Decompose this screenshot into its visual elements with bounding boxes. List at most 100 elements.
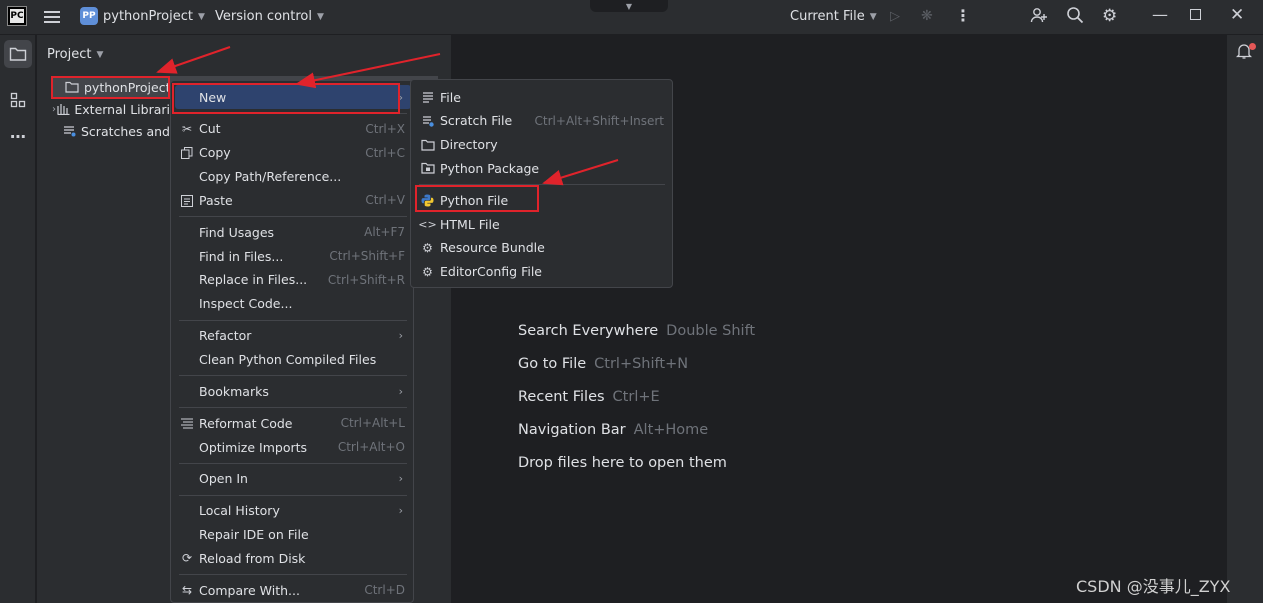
chevron-down-icon: ▼ xyxy=(96,49,104,60)
project-panel-title: Project xyxy=(47,47,92,62)
tree-item-external-libraries[interactable]: › External Librari xyxy=(52,98,170,120)
menu-item-inspect-code[interactable]: Inspect Code... xyxy=(175,292,411,316)
hint-action: Drop files here to open them xyxy=(518,455,727,471)
compare-icon: ⇆ xyxy=(181,583,193,598)
new-submenu: File Scratch File Ctrl+Alt+Shift+Insert Dir… xyxy=(410,79,673,288)
menu-item-label: Copy Path/Reference... xyxy=(199,169,342,185)
menu-item-cut[interactable]: ✂ Cut Ctrl+X xyxy=(175,117,411,141)
hint-go-to-file: Go to File Ctrl+Shift+N xyxy=(518,356,688,372)
menu-item-copy-path-reference[interactable]: Copy Path/Reference... xyxy=(175,165,411,189)
menu-item-optimize-imports[interactable]: Optimize Imports Ctrl+Alt+O xyxy=(175,435,411,459)
menu-item-label: Replace in Files... xyxy=(199,272,308,288)
project-badge[interactable]: PP xyxy=(80,7,98,25)
settings-icon: ⚙ xyxy=(422,240,433,255)
maximize-icon[interactable] xyxy=(1190,9,1201,20)
menu-item-label: Optimize Imports xyxy=(199,439,308,455)
hint-key: Double Shift xyxy=(666,323,756,339)
menu-item-label: Reload from Disk xyxy=(199,550,306,566)
new-item-python-package[interactable]: Python Package xyxy=(415,156,670,180)
menu-separator xyxy=(179,407,407,409)
run-icon[interactable]: ▷ xyxy=(890,9,900,24)
file-icon xyxy=(415,91,440,103)
menu-item-shortcut: Ctrl+Shift+F xyxy=(329,249,405,264)
menu-item-paste[interactable]: Paste Ctrl+V xyxy=(175,188,411,212)
hint-action: Navigation Bar xyxy=(518,422,626,438)
more-vertical-icon[interactable]: ⋮ xyxy=(955,6,971,25)
menu-item-shortcut: Ctrl+Alt+Shift+Insert xyxy=(534,113,664,128)
menu-item-find-usages[interactable]: Find Usages Alt+F7 xyxy=(175,220,411,244)
menu-item-compare-with[interactable]: ⇆ Compare With... Ctrl+D xyxy=(175,578,411,602)
menu-item-label: Copy xyxy=(199,145,231,161)
new-item-directory[interactable]: Directory xyxy=(415,133,670,157)
menu-item-copy[interactable]: Copy Ctrl+C xyxy=(175,141,411,165)
menu-item-shortcut: Ctrl+V xyxy=(365,193,405,208)
menu-item-refactor[interactable]: Refactor › xyxy=(175,324,411,348)
chevron-down-icon: ▼ xyxy=(197,11,205,22)
add-user-icon[interactable] xyxy=(1030,6,1048,24)
menu-item-label: Reformat Code xyxy=(199,415,293,431)
hamburger-menu-icon[interactable] xyxy=(43,8,61,26)
watermark: CSDN @没事儿_ZYX xyxy=(1076,577,1231,596)
run-config-label: Current File xyxy=(790,9,865,24)
project-panel-header[interactable]: Project ▼ xyxy=(47,47,103,62)
app-logo: PC xyxy=(7,6,27,26)
minimize-icon[interactable]: — xyxy=(1152,5,1168,24)
menu-item-label: Inspect Code... xyxy=(199,296,293,312)
more-tools-icon[interactable]: ⋯ xyxy=(4,122,32,150)
close-icon[interactable]: ✕ xyxy=(1230,5,1244,25)
menu-item-label: Bookmarks xyxy=(199,383,269,399)
new-item-resource-bundle[interactable]: ⚙ Resource Bundle xyxy=(415,236,670,260)
tree-item-scratches[interactable]: Scratches and xyxy=(52,120,170,142)
left-tool-strip: ⋯ xyxy=(0,35,36,603)
gear-icon[interactable]: ⚙ xyxy=(1102,6,1117,26)
html-icon: <> xyxy=(418,217,437,231)
project-tool-icon[interactable] xyxy=(4,40,32,68)
scratch-file-icon xyxy=(415,115,440,127)
debug-icon[interactable]: ❋ xyxy=(921,8,933,24)
menu-item-label: HTML File xyxy=(440,216,500,232)
menu-item-bookmarks[interactable]: Bookmarks › xyxy=(175,379,411,403)
menu-item-repair-ide-on-file[interactable]: Repair IDE on File xyxy=(175,523,411,547)
menu-item-label: Open In xyxy=(199,471,248,487)
context-menu: New › ✂ Cut Ctrl+X Copy Ctrl+C Copy Path/Refere… xyxy=(170,80,414,603)
project-selector[interactable]: pythonProject ▼ xyxy=(103,9,205,24)
annotation-box-new xyxy=(172,83,400,114)
tree-item-label: External Librari xyxy=(74,101,170,117)
title-bar: PC PP pythonProject ▼ Version control ▼ … xyxy=(0,0,1263,35)
menu-item-clean-python-compiled-files[interactable]: Clean Python Compiled Files xyxy=(175,348,411,372)
hint-action: Go to File xyxy=(518,356,587,372)
new-item-scratch-file[interactable]: Scratch File Ctrl+Alt+Shift+Insert xyxy=(415,109,670,133)
new-item-file[interactable]: File xyxy=(415,85,670,109)
menu-item-open-in[interactable]: Open In › xyxy=(175,467,411,491)
new-item-editorconfig-file[interactable]: ⚙ EditorConfig File xyxy=(415,260,670,284)
menu-item-reload-from-disk[interactable]: ⟳ Reload from Disk xyxy=(175,546,411,570)
menu-separator xyxy=(179,216,407,218)
reload-icon: ⟳ xyxy=(181,551,193,566)
structure-tool-icon[interactable] xyxy=(4,86,32,114)
vcs-selector[interactable]: Version control ▼ xyxy=(215,9,324,24)
new-item-html-file[interactable]: <> HTML File xyxy=(415,212,670,236)
run-config-selector[interactable]: Current File ▼ xyxy=(790,9,877,24)
menu-item-label: Directory xyxy=(440,137,498,153)
menu-item-label: Resource Bundle xyxy=(440,240,545,256)
folder-icon xyxy=(415,139,440,151)
menu-item-local-history[interactable]: Local History › xyxy=(175,499,411,523)
menu-item-shortcut: Ctrl+Alt+L xyxy=(340,416,405,431)
reformat-icon xyxy=(175,418,199,429)
search-icon[interactable] xyxy=(1066,6,1084,24)
menu-item-shortcut: Ctrl+C xyxy=(365,145,405,160)
menu-item-label: EditorConfig File xyxy=(440,264,542,280)
copy-icon xyxy=(175,146,199,159)
menu-item-label: Find in Files... xyxy=(199,248,284,264)
hint-drop-files: Drop files here to open them xyxy=(518,455,727,471)
hint-action: Search Everywhere xyxy=(518,323,659,339)
menu-item-label: Paste xyxy=(199,192,233,208)
menu-item-find-in-files[interactable]: Find in Files... Ctrl+Shift+F xyxy=(175,244,411,268)
annotation-box-project xyxy=(51,76,170,99)
menu-item-replace-in-files[interactable]: Replace in Files... Ctrl+Shift+R xyxy=(175,268,411,292)
project-name: pythonProject xyxy=(103,9,193,24)
annotation-box-python-file xyxy=(415,185,539,212)
menu-item-reformat-code[interactable]: Reformat Code Ctrl+Alt+L xyxy=(175,411,411,435)
chevron-right-icon: › xyxy=(398,472,403,486)
package-icon xyxy=(415,162,440,174)
